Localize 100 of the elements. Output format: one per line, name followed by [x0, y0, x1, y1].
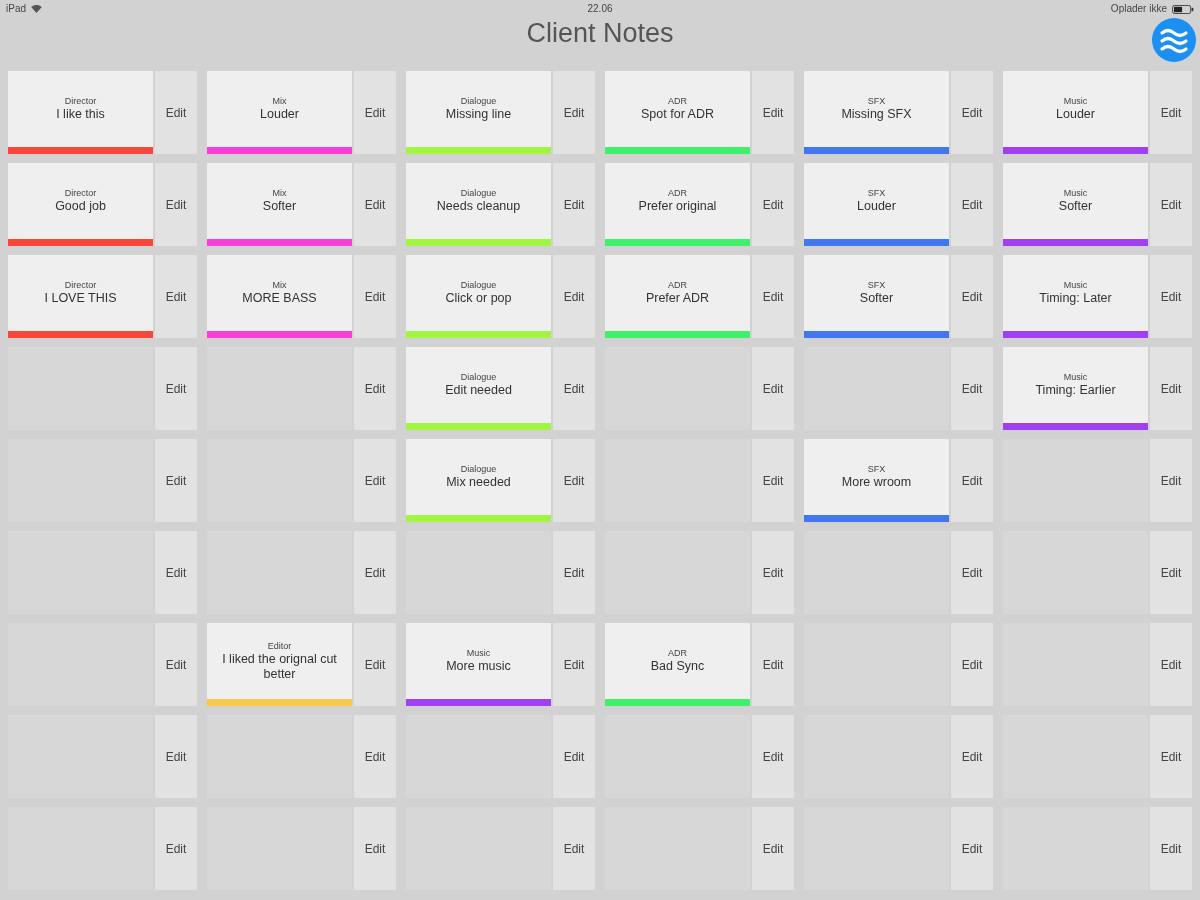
note-text: Missing line	[445, 107, 512, 122]
edit-button[interactable]: Edit	[553, 347, 595, 430]
edit-button[interactable]: Edit	[1150, 71, 1192, 154]
edit-button[interactable]: Edit	[155, 715, 197, 798]
category-label: Director	[64, 280, 97, 291]
note-card[interactable]: ADR Bad Sync	[605, 623, 750, 706]
edit-button[interactable]: Edit	[752, 439, 794, 522]
note-card[interactable]: Music Timing: Later	[1003, 255, 1148, 338]
category-label: Dialogue	[460, 372, 497, 383]
edit-button[interactable]: Edit	[1150, 531, 1192, 614]
note-text: Timing: Earlier	[1035, 383, 1116, 398]
note-card[interactable]: SFX Louder	[804, 163, 949, 246]
edit-button[interactable]: Edit	[752, 255, 794, 338]
note-card[interactable]: Dialogue Mix needed	[406, 439, 551, 522]
battery-icon	[1172, 4, 1194, 14]
edit-button[interactable]: Edit	[752, 623, 794, 706]
wifi-icon	[31, 5, 42, 13]
note-card[interactable]: Mix MORE BASS	[207, 255, 352, 338]
edit-button[interactable]: Edit	[752, 807, 794, 890]
edit-button[interactable]: Edit	[553, 255, 595, 338]
edit-button[interactable]: Edit	[553, 439, 595, 522]
category-label: Mix	[272, 280, 287, 291]
note-text: Edit needed	[445, 383, 512, 398]
note-card[interactable]: Music Louder	[1003, 71, 1148, 154]
category-label: ADR	[668, 188, 687, 199]
edit-button[interactable]: Edit	[354, 347, 396, 430]
edit-button[interactable]: Edit	[1150, 623, 1192, 706]
category-label: ADR	[668, 280, 687, 291]
category-label: ADR	[668, 96, 687, 107]
edit-button[interactable]: Edit	[553, 623, 595, 706]
edit-button[interactable]: Edit	[1150, 255, 1192, 338]
edit-button[interactable]: Edit	[752, 715, 794, 798]
edit-button[interactable]: Edit	[1150, 163, 1192, 246]
note-card[interactable]: ADR Prefer original	[605, 163, 750, 246]
edit-button[interactable]: Edit	[752, 163, 794, 246]
edit-button[interactable]: Edit	[155, 347, 197, 430]
edit-button[interactable]: Edit	[354, 163, 396, 246]
note-card[interactable]: Mix Softer	[207, 163, 352, 246]
note-card[interactable]: ADR Spot for ADR	[605, 71, 750, 154]
edit-button[interactable]: Edit	[155, 623, 197, 706]
edit-button[interactable]: Edit	[553, 715, 595, 798]
edit-button[interactable]: Edit	[155, 163, 197, 246]
category-label: Music	[1063, 372, 1088, 383]
edit-button[interactable]: Edit	[1150, 807, 1192, 890]
note-card[interactable]: SFX More wroom	[804, 439, 949, 522]
note-card[interactable]: Dialogue Edit needed	[406, 347, 551, 430]
edit-button[interactable]: Edit	[553, 531, 595, 614]
note-card[interactable]: Dialogue Needs cleanup	[406, 163, 551, 246]
edit-button[interactable]: Edit	[354, 623, 396, 706]
edit-button[interactable]: Edit	[752, 347, 794, 430]
edit-button[interactable]: Edit	[1150, 347, 1192, 430]
note-text: Softer	[1058, 199, 1093, 214]
category-label: Director	[64, 188, 97, 199]
note-card[interactable]: Director I like this	[8, 71, 153, 154]
note-text: I LOVE THIS	[44, 291, 117, 306]
category-label: SFX	[867, 464, 886, 475]
edit-button[interactable]: Edit	[354, 715, 396, 798]
note-card[interactable]: SFX Missing SFX	[804, 71, 949, 154]
edit-button[interactable]: Edit	[155, 439, 197, 522]
edit-button[interactable]: Edit	[553, 807, 595, 890]
edit-button[interactable]: Edit	[752, 71, 794, 154]
note-card[interactable]: Dialogue Click or pop	[406, 255, 551, 338]
edit-button[interactable]: Edit	[155, 807, 197, 890]
edit-button[interactable]: Edit	[155, 255, 197, 338]
note-card[interactable]: Music Softer	[1003, 163, 1148, 246]
edit-button[interactable]: Edit	[354, 71, 396, 154]
edit-button[interactable]: Edit	[354, 439, 396, 522]
edit-button[interactable]: Edit	[553, 71, 595, 154]
category-label: Director	[64, 96, 97, 107]
note-card[interactable]: Editor I liked the orignal cut better	[207, 623, 352, 706]
waves-logo-icon[interactable]	[1152, 18, 1196, 62]
edit-button[interactable]: Edit	[1150, 439, 1192, 522]
note-card[interactable]: Mix Louder	[207, 71, 352, 154]
note-card[interactable]: SFX Softer	[804, 255, 949, 338]
edit-button[interactable]: Edit	[553, 163, 595, 246]
edit-button[interactable]: Edit	[951, 531, 993, 614]
edit-button[interactable]: Edit	[354, 807, 396, 890]
note-card[interactable]: Director Good job	[8, 163, 153, 246]
note-card[interactable]: Director I LOVE THIS	[8, 255, 153, 338]
edit-button[interactable]: Edit	[951, 439, 993, 522]
edit-button[interactable]: Edit	[155, 531, 197, 614]
edit-button[interactable]: Edit	[951, 807, 993, 890]
note-card[interactable]: ADR Prefer ADR	[605, 255, 750, 338]
note-text: Softer	[262, 199, 297, 214]
edit-button[interactable]: Edit	[951, 715, 993, 798]
edit-button[interactable]: Edit	[1150, 715, 1192, 798]
edit-button[interactable]: Edit	[951, 623, 993, 706]
category-label: SFX	[867, 280, 886, 291]
edit-button[interactable]: Edit	[155, 71, 197, 154]
edit-button[interactable]: Edit	[951, 163, 993, 246]
edit-button[interactable]: Edit	[951, 255, 993, 338]
category-label: SFX	[867, 96, 886, 107]
edit-button[interactable]: Edit	[951, 347, 993, 430]
note-card[interactable]: Music Timing: Earlier	[1003, 347, 1148, 430]
note-card[interactable]: Music More music	[406, 623, 551, 706]
edit-button[interactable]: Edit	[752, 531, 794, 614]
edit-button[interactable]: Edit	[354, 531, 396, 614]
edit-button[interactable]: Edit	[951, 71, 993, 154]
note-card[interactable]: Dialogue Missing line	[406, 71, 551, 154]
edit-button[interactable]: Edit	[354, 255, 396, 338]
